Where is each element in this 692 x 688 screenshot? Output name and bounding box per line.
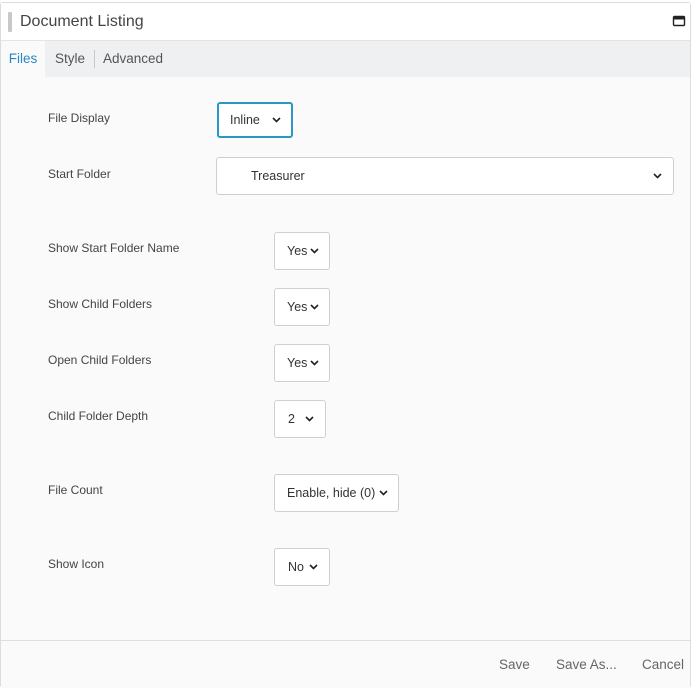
file-display-value: Inline bbox=[230, 113, 260, 127]
chevron-down-icon bbox=[272, 117, 281, 123]
tab-bar: Files Style Advanced bbox=[1, 41, 690, 77]
chevron-down-icon bbox=[653, 173, 662, 179]
child-folder-depth-select[interactable]: 2 bbox=[274, 400, 326, 438]
start-folder-value: Treasurer bbox=[251, 169, 305, 183]
show-child-folders-label: Show Child Folders bbox=[48, 297, 153, 311]
open-child-folders-label: Open Child Folders bbox=[48, 353, 152, 367]
dialog-footer: Save Save As... Cancel bbox=[1, 640, 690, 688]
show-start-folder-name-select[interactable]: Yes bbox=[274, 232, 330, 270]
open-child-folders-value: Yes bbox=[287, 356, 308, 370]
show-start-folder-name-value: Yes bbox=[287, 244, 308, 258]
chevron-down-icon bbox=[310, 360, 319, 366]
show-child-folders-value: Yes bbox=[287, 300, 308, 314]
start-folder-select[interactable]: Treasurer bbox=[216, 157, 674, 195]
chevron-down-icon bbox=[379, 490, 388, 496]
child-folder-depth-label: Child Folder Depth bbox=[48, 409, 149, 423]
dialog-title: Document Listing bbox=[20, 13, 144, 30]
save-button[interactable]: Save bbox=[499, 656, 530, 674]
show-icon-select[interactable]: No bbox=[274, 548, 330, 586]
show-start-folder-name-label: Show Start Folder Name bbox=[48, 241, 180, 255]
show-child-folders-select[interactable]: Yes bbox=[274, 288, 330, 326]
tab-files[interactable]: Files bbox=[1, 41, 45, 77]
title-accent-bar bbox=[8, 12, 12, 32]
chevron-down-icon bbox=[310, 304, 319, 310]
file-display-label: File Display bbox=[48, 111, 111, 125]
maximize-icon[interactable] bbox=[672, 14, 686, 28]
show-icon-value: No bbox=[288, 560, 304, 574]
child-folder-depth-value: 2 bbox=[288, 412, 295, 426]
file-count-label: File Count bbox=[48, 483, 103, 497]
file-display-select[interactable]: Inline bbox=[217, 102, 293, 138]
file-count-select[interactable]: Enable, hide (0) bbox=[274, 474, 399, 512]
title-bar: Document Listing bbox=[1, 3, 690, 41]
chevron-down-icon bbox=[309, 564, 318, 570]
file-count-value: Enable, hide (0) bbox=[287, 486, 376, 500]
tab-advanced[interactable]: Advanced bbox=[95, 41, 171, 77]
chevron-down-icon bbox=[305, 416, 314, 422]
document-listing-dialog: Document Listing Files Style Advanced Fi… bbox=[0, 2, 691, 688]
chevron-down-icon bbox=[310, 248, 319, 254]
save-as-button[interactable]: Save As... bbox=[556, 656, 617, 674]
open-child-folders-select[interactable]: Yes bbox=[274, 344, 330, 382]
cancel-button[interactable]: Cancel bbox=[642, 656, 684, 674]
tab-style[interactable]: Style bbox=[47, 41, 93, 77]
show-icon-label: Show Icon bbox=[48, 557, 105, 571]
start-folder-label: Start Folder bbox=[48, 167, 111, 181]
